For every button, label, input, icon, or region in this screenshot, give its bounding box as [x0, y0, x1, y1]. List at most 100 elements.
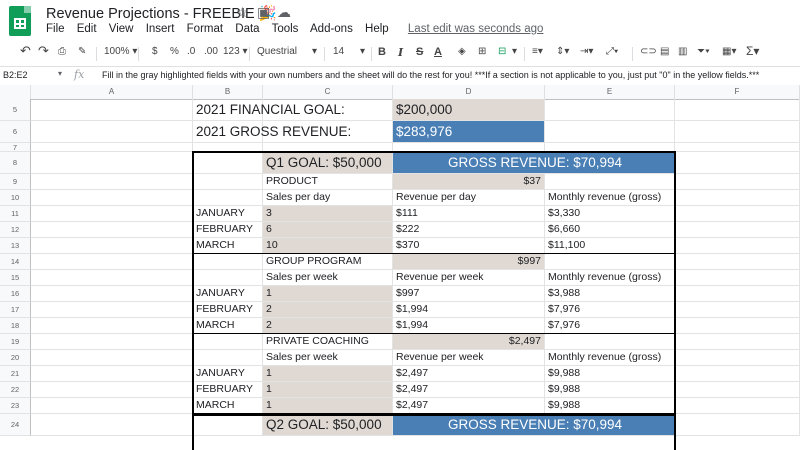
q2-goal-cell[interactable]: Q2 GOAL: $50,000 — [263, 414, 393, 436]
group-month-label[interactable]: FEBRUARY — [193, 302, 263, 318]
name-box[interactable]: B2:E2 — [3, 70, 28, 80]
grid-cell[interactable] — [31, 350, 193, 366]
gross-revenue-value[interactable]: $283,976 — [393, 121, 545, 143]
insert-link-icon[interactable]: ⊂⊃ — [640, 46, 657, 57]
row-header-20[interactable]: 20 — [0, 350, 31, 366]
grid-cell[interactable] — [675, 152, 800, 174]
paint-format-icon[interactable]: ✎ — [78, 46, 86, 57]
product-monthly-revenue[interactable]: $11,100 — [545, 238, 675, 254]
grid-cell[interactable] — [675, 270, 800, 286]
coaching-qty-input[interactable]: 1 — [263, 366, 393, 382]
column-header-d[interactable]: D — [393, 85, 545, 99]
grid-cell[interactable] — [31, 238, 193, 254]
group-monthly-revenue[interactable]: $7,976 — [545, 318, 675, 334]
more-formats-button[interactable]: 123 ▾ — [223, 46, 248, 57]
menu-addons[interactable]: Add-ons — [310, 23, 353, 35]
coaching-monthly-revenue[interactable]: $9,988 — [545, 398, 675, 414]
redo-icon[interactable]: ↷ — [38, 43, 49, 59]
product-monthly-revenue[interactable]: $6,660 — [545, 222, 675, 238]
grid-cell[interactable] — [31, 398, 193, 414]
q1-gross-revenue-cell[interactable]: GROSS REVENUE: $70,994 — [393, 152, 675, 174]
grid-cell[interactable] — [675, 334, 800, 350]
grid-cell[interactable] — [31, 143, 193, 152]
bold-button[interactable]: B — [378, 46, 386, 58]
menu-view[interactable]: View — [109, 23, 134, 35]
group-name[interactable]: GROUP PROGRAM — [263, 254, 393, 270]
text-rotate-icon[interactable]: ⤢▾ — [606, 46, 618, 57]
gross-revenue-label[interactable]: 2021 GROSS REVENUE: — [193, 121, 393, 143]
cloud-status-icon[interactable]: ☁ — [277, 4, 291, 21]
row-header-18[interactable]: 18 — [0, 318, 31, 334]
borders-icon[interactable]: ⊞ — [478, 46, 486, 57]
grid-cell[interactable] — [193, 270, 263, 286]
functions-button[interactable]: Σ▾ — [746, 44, 759, 58]
grid-cell[interactable] — [31, 334, 193, 350]
grid-cell[interactable] — [675, 206, 800, 222]
horizontal-align-icon[interactable]: ≡▾ — [532, 46, 543, 57]
name-box-chevron-icon[interactable]: ▾ — [58, 69, 62, 78]
font-size-select[interactable]: 14 — [333, 46, 344, 57]
grid-cell[interactable] — [675, 190, 800, 206]
grid-cell[interactable] — [31, 286, 193, 302]
grid-cell[interactable] — [675, 143, 800, 152]
grid-cell[interactable] — [31, 121, 193, 143]
grid-cell[interactable] — [31, 222, 193, 238]
strikethrough-button[interactable]: S — [416, 46, 423, 58]
row-header-9[interactable]: 9 — [0, 174, 31, 190]
font-select[interactable]: Questrial — [257, 46, 297, 57]
grid-cell[interactable] — [31, 254, 193, 270]
product-header-qty[interactable]: Sales per day — [263, 190, 393, 206]
menu-insert[interactable]: Insert — [146, 23, 175, 35]
grid-cell[interactable] — [675, 350, 800, 366]
coaching-price[interactable]: $2,497 — [393, 334, 545, 350]
vertical-align-icon[interactable]: ⇕▾ — [556, 46, 569, 57]
grid-cell[interactable] — [675, 302, 800, 318]
row-header-22[interactable]: 22 — [0, 382, 31, 398]
group-qty-input[interactable]: 2 — [263, 302, 393, 318]
financial-goal-label[interactable]: 2021 FINANCIAL GOAL: — [193, 99, 393, 121]
filter-icon[interactable]: ⏷▾ — [697, 46, 710, 57]
coaching-month-label[interactable]: MARCH — [193, 398, 263, 414]
group-header-revenue[interactable]: Revenue per week — [393, 270, 545, 286]
coaching-month-label[interactable]: JANUARY — [193, 366, 263, 382]
row-header-7[interactable]: 7 — [0, 143, 31, 152]
group-header-monthly[interactable]: Monthly revenue (gross) — [545, 270, 675, 286]
group-revenue[interactable]: $997 — [393, 286, 545, 302]
column-header-e[interactable]: E — [545, 85, 675, 99]
grid-cell[interactable] — [31, 366, 193, 382]
sheets-logo-icon[interactable] — [9, 6, 31, 36]
coaching-revenue[interactable]: $2,497 — [393, 398, 545, 414]
coaching-header-revenue[interactable]: Revenue per week — [393, 350, 545, 366]
decrease-decimal-button[interactable]: .0 — [187, 46, 195, 57]
menu-edit[interactable]: Edit — [77, 23, 97, 35]
coaching-qty-input[interactable]: 1 — [263, 382, 393, 398]
group-month-label[interactable]: MARCH — [193, 318, 263, 334]
coaching-monthly-revenue[interactable]: $9,988 — [545, 366, 675, 382]
product-month-label[interactable]: MARCH — [193, 238, 263, 254]
menu-data[interactable]: Data — [235, 23, 259, 35]
italic-button[interactable]: I — [398, 46, 403, 59]
product-price[interactable]: $37 — [393, 174, 545, 190]
grid-cell[interactable] — [31, 318, 193, 334]
grid-cell[interactable] — [31, 190, 193, 206]
grid-cell[interactable] — [31, 414, 193, 436]
grid-cell[interactable] — [193, 174, 263, 190]
grid-cell[interactable] — [31, 99, 193, 121]
group-month-label[interactable]: JANUARY — [193, 286, 263, 302]
column-header-f[interactable]: F — [675, 85, 800, 99]
row-header-11[interactable]: 11 — [0, 206, 31, 222]
row-header-12[interactable]: 12 — [0, 222, 31, 238]
grid-cell[interactable] — [675, 366, 800, 382]
fill-color-icon[interactable]: ◈ — [458, 46, 466, 57]
coaching-name[interactable]: PRIVATE COACHING — [263, 334, 393, 350]
row-header-23[interactable]: 23 — [0, 398, 31, 414]
menu-help[interactable]: Help — [365, 23, 389, 35]
coaching-header-monthly[interactable]: Monthly revenue (gross) — [545, 350, 675, 366]
insert-comment-icon[interactable]: ▤ — [660, 46, 669, 57]
coaching-monthly-revenue[interactable]: $9,988 — [545, 382, 675, 398]
grid-cell[interactable] — [675, 121, 800, 143]
product-qty-input[interactable]: 3 — [263, 206, 393, 222]
grid-cell[interactable] — [675, 238, 800, 254]
grid-cell[interactable] — [675, 398, 800, 414]
menu-tools[interactable]: Tools — [272, 23, 299, 35]
